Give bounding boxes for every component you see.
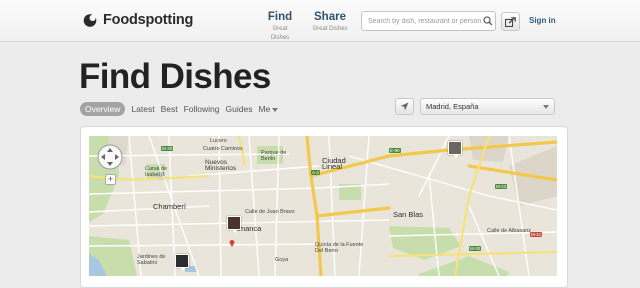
road-shield: M-21 [530,232,543,237]
map-label: Goya [275,257,289,263]
map-label: San Blas [393,210,424,219]
nav-find-sublabel: Great Dishes [270,26,290,41]
map-label: Calle de Albasanz [487,228,532,234]
map-label: Ciudad Lineal [322,156,346,171]
locate-me-button[interactable] [395,98,414,115]
location-value: Madrid, España [426,102,479,111]
location-select[interactable]: Madrid, España [420,98,555,115]
map-label: Jardines de Sabatini [137,254,166,266]
search-icon[interactable] [481,14,495,28]
map[interactable]: + Lucero Cuatro Caminos Parque de Berlín… [89,136,557,276]
share-button[interactable] [501,12,520,31]
share-icon [505,16,516,27]
brand-name: Foodspotting [103,12,194,28]
sign-in-link[interactable]: Sign in [529,16,556,25]
search-input[interactable] [362,13,482,29]
tab-overview[interactable]: Overview [80,102,126,116]
brand-logo[interactable]: Foodspotting [82,12,193,28]
nav-share-sublabel: Great Dishes [312,26,348,32]
chevron-down-icon [543,105,549,109]
zoom-in-button[interactable]: + [105,174,116,185]
map-label: Nuevos Ministerios [205,159,237,172]
nav-find[interactable]: Find Great Dishes [263,11,297,43]
nav-share-label: Share [314,11,346,23]
tab-me-label: Me [258,104,271,114]
map-label: Canal de Isabel II [145,166,168,178]
nav-share[interactable]: Share Great Dishes [310,11,350,34]
map-label: Parque de Berlín [261,150,287,162]
location-pin-icon [229,240,235,247]
chevron-down-icon [272,107,279,112]
page-title: Find Dishes [79,57,271,96]
search-box [361,11,496,31]
tab-latest[interactable]: Latest [131,102,154,116]
tab-following[interactable]: Following [184,102,220,116]
foodspotting-logo-icon [83,14,97,27]
tab-guides[interactable]: Guides [226,102,253,116]
dish-photo-marker[interactable] [227,216,241,233]
road-shield: M-30 [161,146,174,151]
map-label: Lucero [210,138,227,144]
map-label: Cuatro Caminos [203,146,243,152]
dish-photo-marker[interactable] [448,141,462,158]
tab-best[interactable]: Best [161,102,178,116]
tab-me[interactable]: Me [258,102,279,116]
location-arrow-icon [400,102,409,111]
road-shield: E-90 [389,148,401,153]
map-label: Quinta de la Fuente Del Berro [315,242,364,254]
road-shield: M-30 [469,246,482,251]
filter-tabs: Overview Latest Best Following Guides Me [80,102,284,116]
dish-photo-marker[interactable] [175,254,189,271]
nav-find-label: Find [267,11,293,23]
map-label: Chamberí [153,202,186,211]
road-shield: A-2 [311,170,321,175]
map-pan-control[interactable] [97,144,123,170]
top-navigation-bar: Foodspotting Find Great Dishes Share Gre… [0,0,640,42]
road-shield: M-23 [495,184,508,189]
map-label: Calle de Juan Bravo [245,209,295,215]
